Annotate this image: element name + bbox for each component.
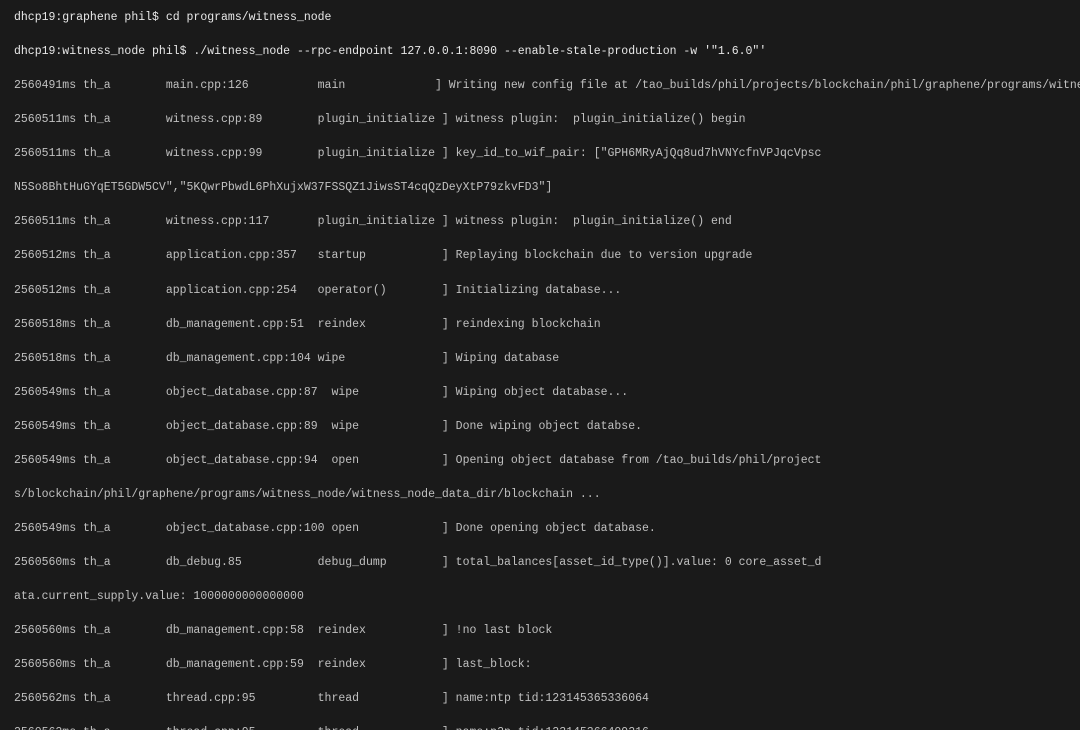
terminal-line-5: N5So8BhtHuGYqET5GDW5CV","5KQwrPbwdL6PhXu… xyxy=(14,180,1066,197)
terminal-line-11: 2560549ms th_a object_database.cpp:87 wi… xyxy=(14,385,1066,402)
terminal-line-7: 2560512ms th_a application.cpp:357 start… xyxy=(14,248,1066,265)
terminal-line-4: 2560511ms th_a witness.cpp:99 plugin_ini… xyxy=(14,146,1066,163)
terminal-line-2: 2560491ms th_a main.cpp:126 main ] Writi… xyxy=(14,78,1066,95)
terminal-line-18: 2560560ms th_a db_management.cpp:58 rein… xyxy=(14,623,1066,640)
terminal-line-12: 2560549ms th_a object_database.cpp:89 wi… xyxy=(14,419,1066,436)
terminal-line-13: 2560549ms th_a object_database.cpp:94 op… xyxy=(14,453,1066,470)
terminal-line-8: 2560512ms th_a application.cpp:254 opera… xyxy=(14,283,1066,300)
terminal-line-21: 2560562ms th_a thread.cpp:95 thread ] na… xyxy=(14,725,1066,730)
terminal-line-0: dhcp19:graphene phil$ cd programs/witnes… xyxy=(14,10,1066,27)
terminal-line-9: 2560518ms th_a db_management.cpp:51 rein… xyxy=(14,317,1066,334)
terminal-line-20: 2560562ms th_a thread.cpp:95 thread ] na… xyxy=(14,691,1066,708)
terminal-line-3: 2560511ms th_a witness.cpp:89 plugin_ini… xyxy=(14,112,1066,129)
terminal-line-16: 2560560ms th_a db_debug.85 debug_dump ] … xyxy=(14,555,1066,572)
terminal-line-15: 2560549ms th_a object_database.cpp:100 o… xyxy=(14,521,1066,538)
terminal-line-6: 2560511ms th_a witness.cpp:117 plugin_in… xyxy=(14,214,1066,231)
terminal-line-19: 2560560ms th_a db_management.cpp:59 rein… xyxy=(14,657,1066,674)
terminal-line-17: ata.current_supply.value: 10000000000000… xyxy=(14,589,1066,606)
terminal-window: dhcp19:graphene phil$ cd programs/witnes… xyxy=(0,0,1080,730)
terminal-line-14: s/blockchain/phil/graphene/programs/witn… xyxy=(14,487,1066,504)
terminal-line-1: dhcp19:witness_node phil$ ./witness_node… xyxy=(14,44,1066,61)
terminal-line-10: 2560518ms th_a db_management.cpp:104 wip… xyxy=(14,351,1066,368)
